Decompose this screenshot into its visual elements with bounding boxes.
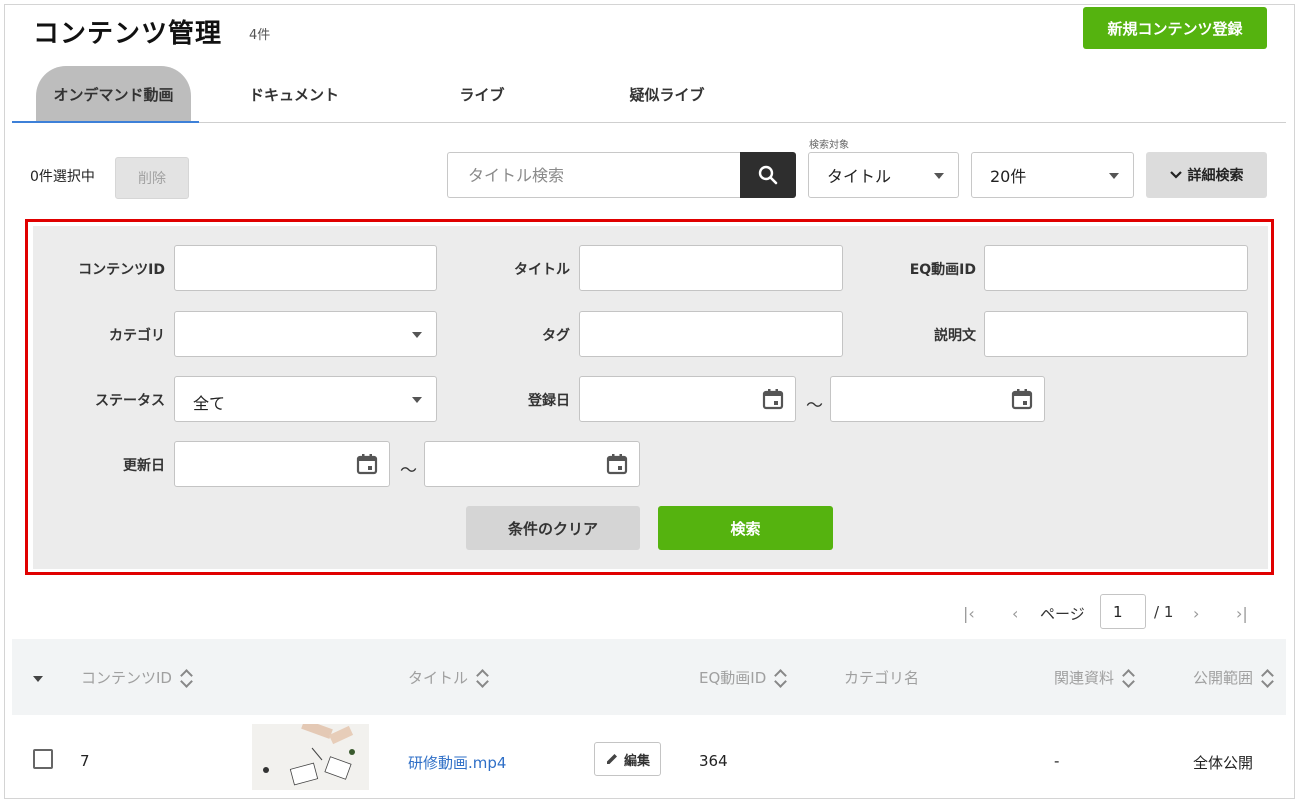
- updated-date-from-field[interactable]: [174, 441, 390, 487]
- current-page: 1: [1113, 602, 1123, 621]
- title-field[interactable]: [579, 245, 843, 291]
- chevron-down-icon: [1169, 171, 1182, 179]
- page-label: ページ: [1040, 605, 1085, 623]
- tag-field[interactable]: [579, 311, 843, 357]
- row-content-id: 7: [80, 752, 90, 770]
- column-header-content-id[interactable]: コンテンツID: [81, 667, 192, 688]
- delete-button[interactable]: 削除: [115, 157, 189, 199]
- per-page-value: 20件: [990, 167, 1027, 186]
- description-field[interactable]: [984, 311, 1248, 357]
- registered-date-to-field[interactable]: [830, 376, 1045, 422]
- content-id-label: コンテンツID: [78, 262, 165, 278]
- column-label: コンテンツID: [81, 669, 172, 687]
- tab-label: オンデマンド動画: [53, 86, 174, 104]
- updated-date-to-field[interactable]: [424, 441, 640, 487]
- thumbnail-image: [252, 724, 369, 790]
- chevron-down-icon: [1109, 173, 1119, 179]
- column-label: EQ動画ID: [699, 669, 767, 687]
- column-label: 関連資料: [1054, 669, 1115, 687]
- calendar-icon[interactable]: [606, 453, 628, 475]
- status-label: ステータス: [95, 393, 165, 409]
- tab-on-demand-video[interactable]: オンデマンド動画: [36, 66, 191, 123]
- total-pages: / 1: [1154, 603, 1174, 621]
- tab-live[interactable]: ライブ: [452, 66, 512, 123]
- column-label: タイトル: [408, 669, 469, 687]
- registered-date-from-field[interactable]: [579, 376, 796, 422]
- column-header-eq-video-id[interactable]: EQ動画ID: [699, 667, 786, 688]
- tab-bar: オンデマンド動画 ドキュメント ライブ 疑似ライブ: [12, 66, 1286, 123]
- page-title: コンテンツ管理: [33, 19, 223, 49]
- detail-search-toggle-button[interactable]: 詳細検索: [1146, 152, 1267, 198]
- new-content-button[interactable]: 新規コンテンツ登録: [1083, 7, 1267, 49]
- chevron-down-icon: [412, 397, 422, 403]
- search-target-label: 検索対象: [809, 140, 849, 151]
- row-eq-video-id: 364: [699, 752, 728, 770]
- status-select[interactable]: 全て: [174, 376, 437, 422]
- sort-icon[interactable]: [776, 668, 786, 688]
- column-header-related[interactable]: 関連資料: [1054, 667, 1134, 688]
- search-target-select[interactable]: タイトル: [808, 152, 959, 198]
- video-thumbnail[interactable]: [252, 724, 369, 790]
- eq-video-id-field[interactable]: [984, 245, 1248, 291]
- calendar-icon[interactable]: [356, 453, 378, 475]
- calendar-icon[interactable]: [1011, 388, 1033, 410]
- tab-label: 疑似ライブ: [629, 86, 705, 104]
- detail-search-label: 詳細検索: [1187, 168, 1244, 184]
- category-label: カテゴリ: [109, 328, 165, 344]
- content-id-field[interactable]: [174, 245, 437, 291]
- sort-icon[interactable]: [478, 668, 488, 688]
- select-all-dropdown-icon[interactable]: [32, 675, 44, 683]
- edit-button[interactable]: 編集: [594, 742, 661, 776]
- column-label: カテゴリ名: [844, 669, 920, 687]
- eq-video-id-label: EQ動画ID: [909, 262, 976, 278]
- next-page-icon[interactable]: ›: [1193, 604, 1199, 623]
- search-button[interactable]: [740, 152, 796, 198]
- first-page-icon[interactable]: |‹: [963, 604, 975, 623]
- row-visibility: 全体公開: [1193, 754, 1254, 772]
- title-search-input[interactable]: [447, 152, 741, 198]
- page-number-input[interactable]: 1: [1100, 594, 1146, 629]
- clear-conditions-button[interactable]: 条件のクリア: [466, 506, 640, 550]
- column-header-visibility[interactable]: 公開範囲: [1193, 667, 1273, 688]
- pencil-icon: [606, 754, 617, 764]
- chevron-down-icon: [412, 332, 422, 338]
- row-checkbox[interactable]: [33, 749, 53, 769]
- registered-date-label: 登録日: [528, 393, 570, 409]
- search-target-value: タイトル: [827, 167, 892, 186]
- title-label: タイトル: [514, 262, 570, 278]
- tag-label: タグ: [542, 328, 570, 344]
- description-label: 説明文: [934, 328, 976, 344]
- row-title-link[interactable]: 研修動画.mp4: [408, 752, 506, 773]
- column-label: 公開範囲: [1193, 669, 1254, 687]
- row-related: -: [1054, 752, 1060, 770]
- tab-pseudo-live[interactable]: 疑似ライブ: [617, 66, 717, 123]
- updated-date-label: 更新日: [123, 458, 165, 474]
- per-page-select[interactable]: 20件: [971, 152, 1134, 198]
- sort-icon[interactable]: [1263, 668, 1273, 688]
- tab-label: ドキュメント: [248, 86, 339, 104]
- prev-page-icon[interactable]: ‹: [1012, 604, 1018, 623]
- edit-label: 編集: [623, 753, 650, 769]
- active-tab-underline: [12, 121, 199, 123]
- detail-search-submit-button[interactable]: 検索: [658, 506, 833, 550]
- status-value: 全て: [193, 394, 226, 413]
- selected-count: 0件選択中: [30, 169, 95, 185]
- search-icon: [758, 165, 778, 185]
- chevron-down-icon: [934, 173, 944, 179]
- tab-label: ライブ: [459, 86, 505, 104]
- sort-icon[interactable]: [1124, 668, 1134, 688]
- range-separator: ～: [806, 396, 823, 416]
- tab-document[interactable]: ドキュメント: [234, 66, 354, 123]
- range-separator: ～: [400, 461, 417, 481]
- column-header-title[interactable]: タイトル: [408, 667, 488, 688]
- category-select[interactable]: [174, 311, 437, 357]
- content-count: 4件: [249, 28, 271, 43]
- sort-icon[interactable]: [182, 668, 192, 688]
- last-page-icon[interactable]: ›|: [1236, 604, 1248, 623]
- column-header-category: カテゴリ名: [844, 667, 919, 688]
- calendar-icon[interactable]: [762, 388, 784, 410]
